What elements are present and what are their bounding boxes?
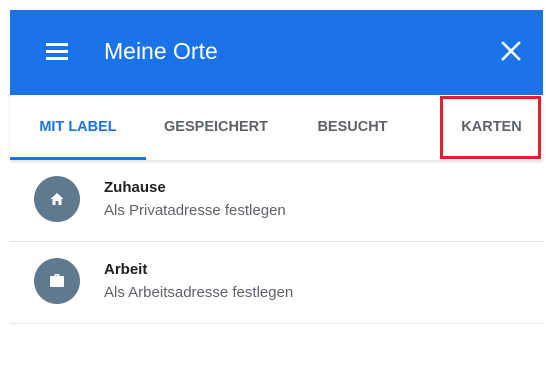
- karten-highlight-box: [440, 96, 541, 159]
- list-item-zuhause[interactable]: Zuhause Als Privatadresse festlegen: [10, 160, 543, 242]
- place-subtitle: Als Privatadresse festlegen: [104, 202, 286, 219]
- tab-gespeichert[interactable]: GESPEICHERT: [146, 95, 286, 160]
- tab-besucht[interactable]: BESUCHT: [286, 95, 419, 160]
- close-icon[interactable]: [499, 39, 523, 63]
- list-item-arbeit[interactable]: Arbeit Als Arbeitsadresse festlegen: [10, 242, 543, 324]
- briefcase-icon: [34, 258, 80, 304]
- page-title: Meine Orte: [104, 38, 218, 64]
- place-subtitle: Als Arbeitsadresse festlegen: [104, 284, 294, 301]
- home-icon: [34, 176, 80, 222]
- app-bar: Meine Orte: [10, 10, 543, 95]
- place-title: Zuhause: [104, 179, 166, 196]
- tab-mit-label[interactable]: MIT LABEL: [10, 95, 146, 160]
- hamburger-menu-icon[interactable]: [44, 40, 74, 64]
- my-places-panel: Meine Orte MIT LABEL GESPEICHERT BESUCHT…: [0, 0, 546, 375]
- place-title: Arbeit: [104, 261, 148, 278]
